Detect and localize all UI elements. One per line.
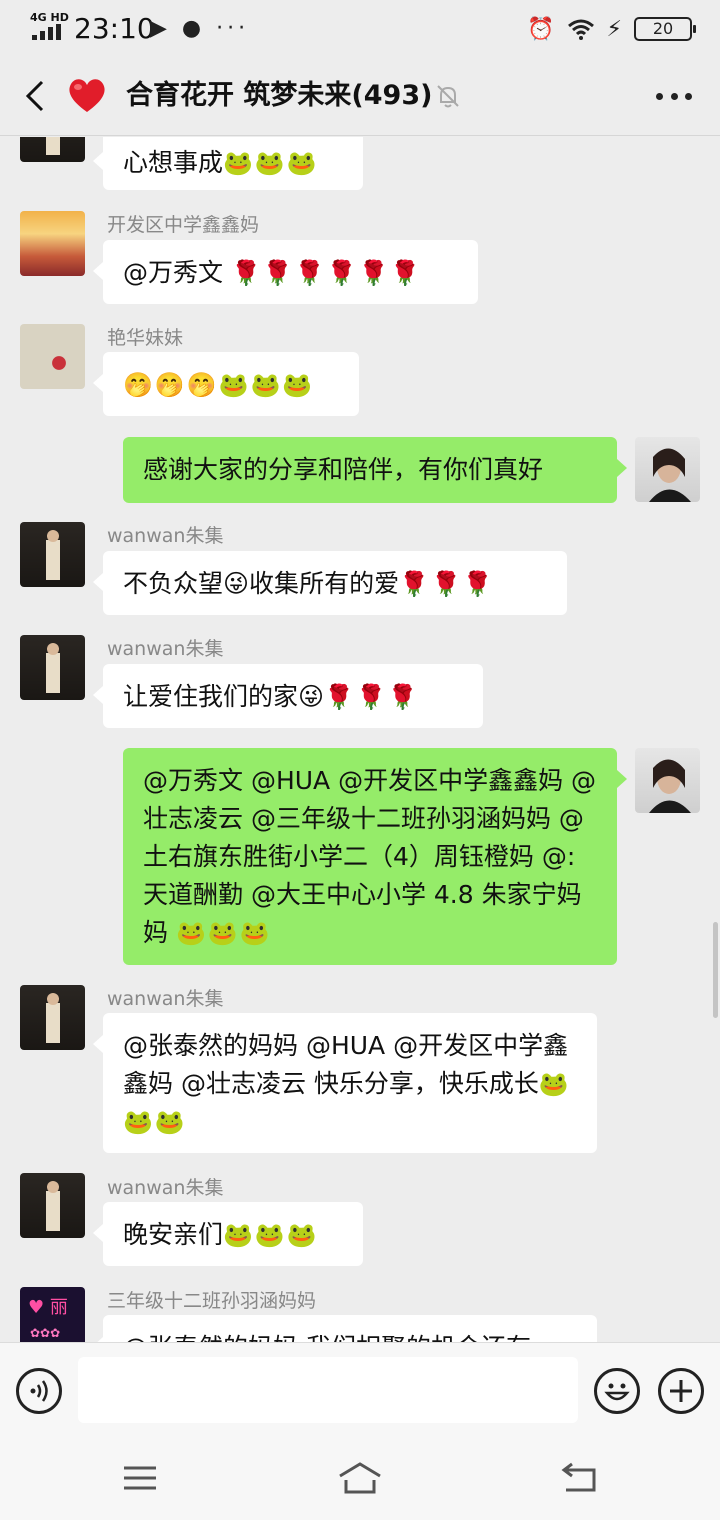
own-avatar[interactable]: [635, 748, 700, 813]
sender-name: wanwan朱集: [107, 988, 224, 1010]
system-nav-bar: [0, 1436, 720, 1520]
back-icon[interactable]: [556, 1458, 604, 1498]
message-input[interactable]: [78, 1357, 578, 1423]
message-bubble-own[interactable]: 感谢大家的分享和陪伴，有你们真好: [123, 437, 627, 503]
svg-text:✿✿✿: ✿✿✿: [30, 1326, 60, 1340]
avatar[interactable]: [20, 985, 85, 1050]
network-indicator: 4G HD: [30, 11, 69, 24]
message-bubble[interactable]: 🤭🤭🤭🐸🐸🐸: [93, 352, 359, 416]
wifi-icon: [567, 19, 594, 40]
avatar[interactable]: [20, 522, 85, 587]
plus-icon[interactable]: [658, 1368, 704, 1414]
chat-header: 合育花开 筑梦未来(493): [0, 56, 720, 136]
message-bubble[interactable]: 晚安亲们🐸🐸🐸: [93, 1202, 363, 1266]
charging-icon: ⚡: [606, 16, 622, 42]
avatar[interactable]: [20, 635, 85, 700]
message-bubble[interactable]: 心想事成🐸🐸🐸: [93, 137, 363, 190]
avatar[interactable]: ♥ 丽 ✿✿✿: [20, 1287, 85, 1342]
sender-name: 开发区中学鑫鑫妈: [107, 214, 260, 236]
sender-name: 三年级十二班孙羽涵妈妈: [107, 1290, 317, 1312]
message-bubble-own[interactable]: @万秀文 @HUA @开发区中学鑫鑫妈 @壮志凌云 @三年级十二班孙羽涵妈妈 @…: [123, 748, 627, 965]
own-avatar[interactable]: [635, 437, 700, 502]
back-button[interactable]: [16, 74, 56, 118]
avatar[interactable]: [20, 137, 85, 162]
message-bubble[interactable]: @张泰然的妈妈 @HUA @开发区中学鑫鑫妈 @壮志凌云 快乐分享，快乐成长🐸🐸…: [93, 1013, 597, 1153]
signal-icon: [32, 24, 62, 40]
sender-name: wanwan朱集: [107, 1177, 224, 1199]
status-bar: 4G HD 23:10 ▶ ● ··· ⏰ ⚡ 20: [0, 0, 720, 56]
avatar[interactable]: [20, 324, 85, 389]
message-bubble[interactable]: 让爱住我们的家😜🌹🌹🌹: [93, 664, 483, 728]
avatar[interactable]: [20, 1173, 85, 1238]
sender-name: wanwan朱集: [107, 638, 224, 660]
input-bar: [0, 1342, 720, 1436]
scrollbar[interactable]: [713, 922, 718, 1018]
home-icon[interactable]: [336, 1458, 384, 1498]
group-title[interactable]: 合育花开 筑梦未来(493): [126, 76, 432, 116]
menu-icon[interactable]: [116, 1458, 164, 1498]
svg-text:♥ 丽: ♥ 丽: [28, 1297, 68, 1318]
message-list[interactable]: 心想事成🐸🐸🐸 开发区中学鑫鑫妈 @万秀文 🌹🌹🌹🌹🌹🌹 艳华妹妹 🤭🤭🤭🐸🐸🐸…: [0, 137, 720, 1342]
avatar[interactable]: [20, 211, 85, 276]
battery-indicator: 20: [634, 17, 696, 41]
red-heart-icon: [69, 79, 105, 112]
message-bubble[interactable]: @张泰然的妈妈 我们相聚的机会还有: [93, 1315, 597, 1342]
message-bubble[interactable]: @万秀文 🌹🌹🌹🌹🌹🌹: [93, 240, 478, 304]
emoji-smile-icon[interactable]: [594, 1368, 640, 1414]
notification-icons: ▶ ● ···: [150, 16, 250, 41]
more-options-button[interactable]: [656, 82, 692, 110]
sender-name: 艳华妹妹: [107, 327, 184, 349]
message-bubble[interactable]: 不负众望😜收集所有的爱🌹🌹🌹: [93, 551, 567, 615]
bell-muted-icon: [437, 85, 459, 108]
clock: 23:10: [74, 12, 155, 45]
voice-icon[interactable]: [16, 1368, 62, 1414]
alarm-icon: ⏰: [527, 16, 555, 42]
sender-name: wanwan朱集: [107, 525, 224, 547]
